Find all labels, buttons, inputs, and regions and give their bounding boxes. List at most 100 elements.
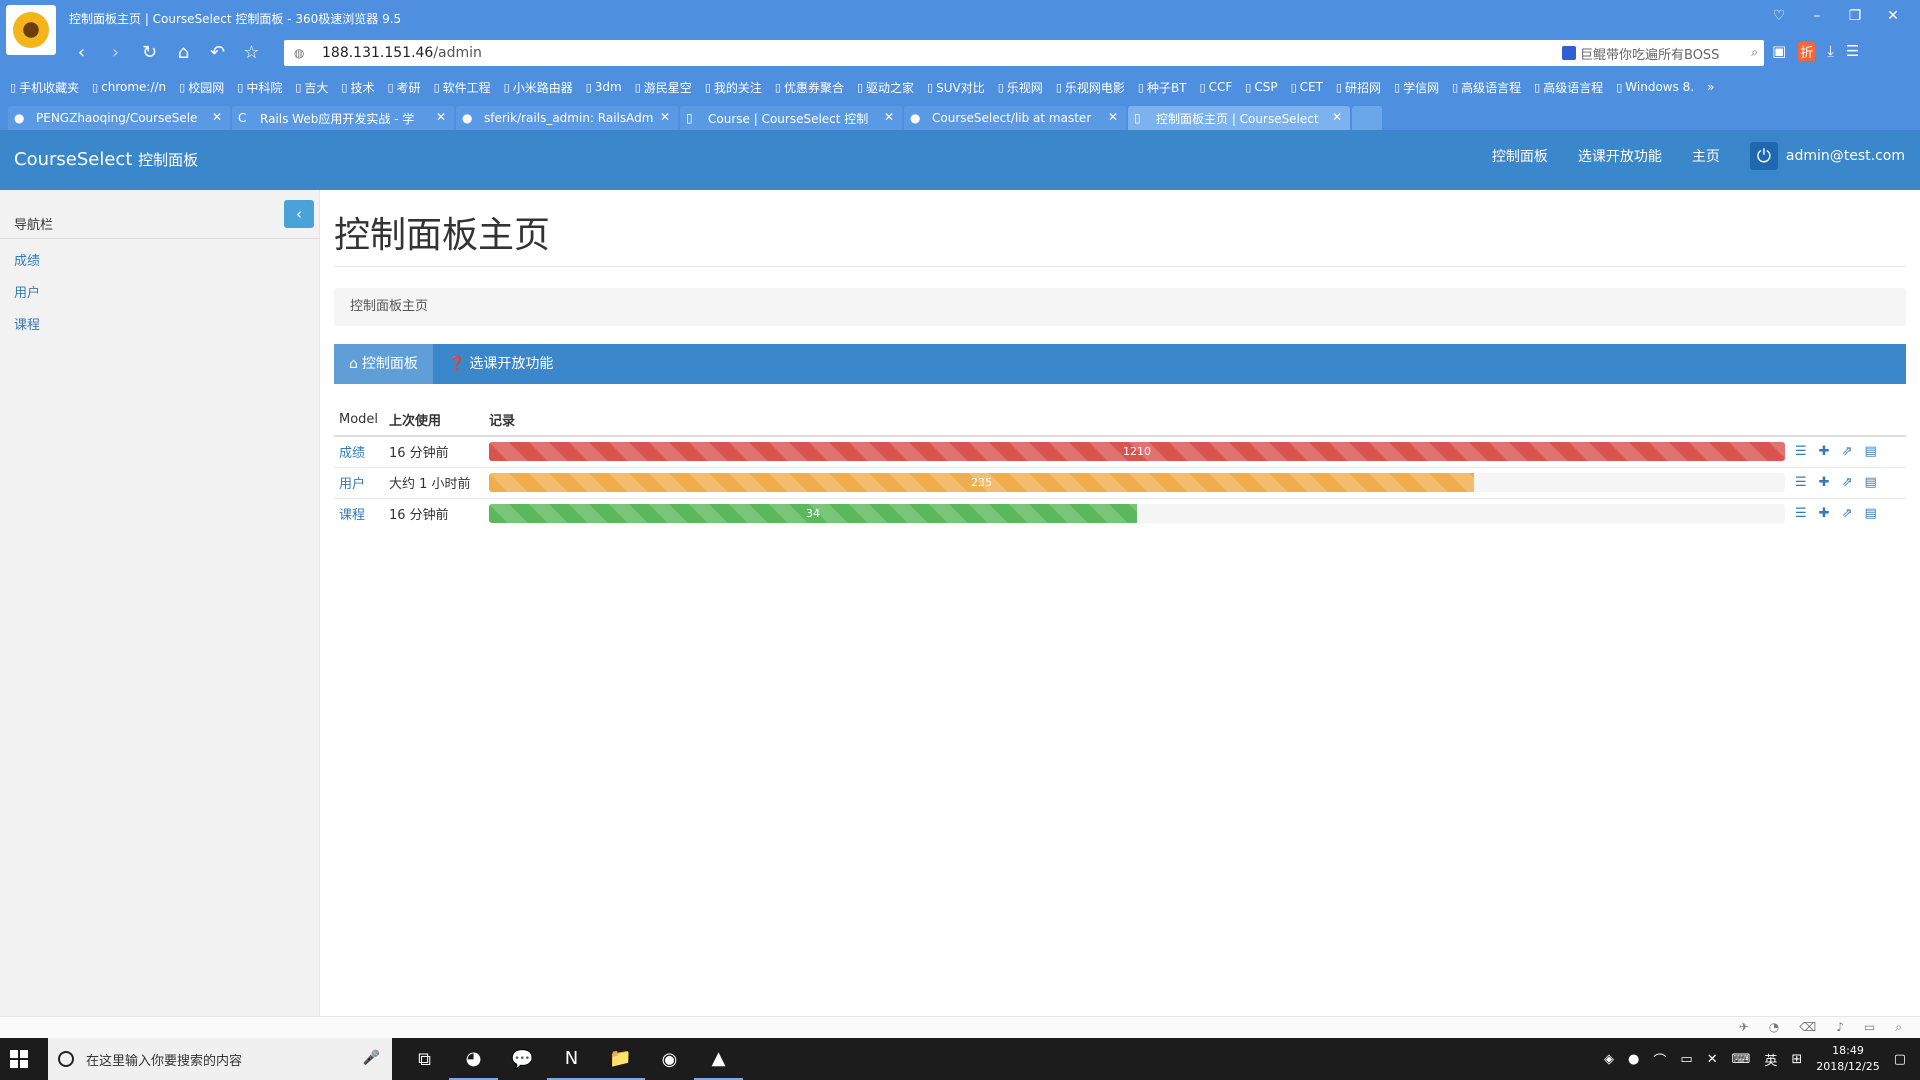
zoom-icon[interactable]: ⌕	[1895, 1020, 1902, 1035]
taskbar-search-input[interactable]: 在这里输入你要搜索的内容	[86, 1050, 242, 1069]
window-icon[interactable]: ▭	[1864, 1020, 1875, 1035]
bookmark-item[interactable]: ▯ 软件工程	[434, 79, 491, 96]
bookmark-item[interactable]: ▯ CSP	[1245, 80, 1277, 94]
close-button[interactable]: ✕	[1874, 8, 1912, 24]
list-icon[interactable]: ☰	[1795, 506, 1807, 521]
book-icon[interactable]: ▤	[1864, 506, 1876, 521]
sidebar-item-grades[interactable]: 成绩	[14, 252, 40, 284]
photos-icon[interactable]: ▲	[694, 1038, 743, 1080]
microphone-icon[interactable]: 🎤	[363, 1050, 380, 1066]
notification-icon[interactable]: ▢	[1894, 1052, 1906, 1067]
model-link[interactable]: 用户	[339, 477, 365, 492]
wechat-icon[interactable]: 💬	[498, 1038, 547, 1080]
skin-icon[interactable]: ♡	[1760, 8, 1798, 24]
bookmark-item[interactable]: ▯ 校园网	[179, 79, 224, 96]
bookmark-item[interactable]: ▯ 游民星空	[635, 79, 692, 96]
shield-icon[interactable]: ◈	[1604, 1052, 1614, 1067]
download-icon[interactable]: ⤓	[1827, 42, 1834, 61]
back-icon[interactable]: ‹	[70, 42, 93, 63]
bookmark-item[interactable]: ▯ 驱动之家	[857, 79, 914, 96]
sidebar-item-users[interactable]: 用户	[14, 284, 40, 316]
breadcrumb[interactable]: 控制面板主页	[334, 288, 1906, 326]
keyboard-icon[interactable]: ⌨	[1732, 1052, 1751, 1067]
media-player-icon[interactable]: ◉	[645, 1038, 694, 1080]
browser-tab[interactable]: ▯ 控制面板主页 | CourseSelect ✕	[1128, 106, 1350, 130]
bookmark-item[interactable]: ▯ 优惠券聚合	[775, 79, 844, 96]
security-icon[interactable]: ◍	[294, 46, 310, 60]
bookmark-item[interactable]: ▯ chrome://n	[92, 80, 166, 94]
browser-tab[interactable]: ● CourseSelect/lib at master ✕	[904, 106, 1126, 130]
file-explorer-icon[interactable]: 📁	[596, 1038, 645, 1080]
action-course-open[interactable]: ❓ 选课开放功能	[433, 344, 568, 384]
bookmark-item[interactable]: ▯ CCF	[1200, 80, 1233, 94]
speedup-icon[interactable]: ◔	[1769, 1020, 1779, 1035]
book-icon[interactable]: ▤	[1864, 444, 1876, 459]
bookmark-item[interactable]: ▯ Windows 8.	[1616, 80, 1694, 94]
bookmark-item[interactable]: ▯ 高级语言程	[1452, 79, 1521, 96]
brand-link[interactable]: CourseSelect 控制面板	[14, 149, 198, 170]
bookmark-item[interactable]: ▯ 研招网	[1336, 79, 1381, 96]
search-input[interactable]: 巨鲲带你吃遍所有BOSS	[1580, 44, 1719, 63]
bookmark-item[interactable]: ▯ 考研	[387, 79, 420, 96]
search-box[interactable]: 巨鲲带你吃遍所有BOSS ⌕	[1556, 40, 1764, 66]
wifi-icon[interactable]: ⌒	[1653, 1050, 1666, 1069]
bookmark-item[interactable]: ▯ 技术	[341, 79, 374, 96]
trash-icon[interactable]: ⌫	[1799, 1020, 1816, 1035]
battery-icon[interactable]: ▭	[1680, 1052, 1692, 1067]
browser-tab[interactable]: ● PENGZhaoqing/CourseSele ✕	[8, 106, 230, 130]
sound-icon[interactable]: ♪	[1836, 1020, 1844, 1035]
url-text[interactable]: 188.131.151.46/admin	[322, 45, 482, 61]
model-link[interactable]: 课程	[339, 508, 365, 523]
bookmark-item[interactable]: ▯ 小米路由器	[504, 79, 573, 96]
sidebar-collapse-button[interactable]: ‹	[284, 200, 314, 228]
list-icon[interactable]: ☰	[1795, 475, 1807, 490]
minimize-button[interactable]: –	[1798, 8, 1836, 24]
home-icon[interactable]: ⌂	[172, 42, 195, 63]
rocket-icon[interactable]: ✈	[1739, 1020, 1749, 1035]
close-tab-icon[interactable]: ✕	[212, 110, 222, 124]
bookmark-item[interactable]: ▯ 中科院	[237, 79, 282, 96]
task-view-icon[interactable]: ⧉	[400, 1038, 449, 1080]
nav-home[interactable]: 主页	[1692, 146, 1720, 166]
close-tab-icon[interactable]: ✕	[1108, 110, 1118, 124]
action-dashboard[interactable]: ⌂ 控制面板	[334, 344, 433, 384]
bookmark-item[interactable]: ▯ 高级语言程	[1534, 79, 1603, 96]
add-icon[interactable]: ✚	[1819, 444, 1830, 459]
add-icon[interactable]: ✚	[1819, 506, 1830, 521]
list-icon[interactable]: ☰	[1795, 444, 1807, 459]
search-icon[interactable]: ⌕	[1751, 45, 1758, 60]
browser-360-icon[interactable]: ◕	[449, 1038, 498, 1080]
address-bar[interactable]: ◍ 188.131.151.46/admin ▦ ϟ ☆ ⌄	[284, 40, 1764, 66]
new-tab-button[interactable]	[1352, 106, 1382, 130]
bookmark-item[interactable]: ▯ 吉大	[295, 79, 328, 96]
close-tab-icon[interactable]: ✕	[660, 110, 670, 124]
export-icon[interactable]: ⇗	[1842, 506, 1853, 521]
undo-icon[interactable]: ↶	[206, 42, 229, 63]
forward-icon[interactable]: ›	[104, 42, 127, 63]
clock[interactable]: 18:49 2018/12/25	[1816, 1043, 1879, 1075]
bookmark-item[interactable]: ▯ 学信网	[1394, 79, 1439, 96]
reload-icon[interactable]: ↻	[138, 42, 161, 63]
bookmark-item[interactable]: ▯ 种子BT	[1138, 79, 1187, 96]
apps-icon[interactable]: ▣	[1772, 42, 1786, 61]
add-icon[interactable]: ✚	[1819, 475, 1830, 490]
close-tab-icon[interactable]: ✕	[436, 110, 446, 124]
close-tab-icon[interactable]: ✕	[1332, 110, 1342, 124]
sidebar-item-courses[interactable]: 课程	[14, 316, 40, 348]
browser-tab[interactable]: ▯ Course | CourseSelect 控制 ✕	[680, 106, 902, 130]
menu-icon[interactable]: ☰	[1846, 42, 1859, 61]
mute-icon[interactable]: ✕	[1707, 1052, 1718, 1067]
user-link[interactable]: ⏻ admin@test.com	[1749, 142, 1905, 170]
bookmark-item[interactable]: ▯ 乐视网电影	[1056, 79, 1125, 96]
onenote-icon[interactable]: N	[547, 1038, 596, 1080]
windows-start-icon[interactable]	[10, 1050, 28, 1068]
bookmark-item[interactable]: ▯ CET	[1291, 80, 1323, 94]
bookmark-item[interactable]: ▯ 乐视网	[998, 79, 1043, 96]
book-icon[interactable]: ▤	[1864, 475, 1876, 490]
wechat-tray-icon[interactable]: ●	[1628, 1052, 1639, 1067]
nav-dashboard[interactable]: 控制面板	[1492, 146, 1548, 166]
nav-course-open[interactable]: 选课开放功能	[1578, 146, 1662, 166]
bookmark-item[interactable]: ▯ 我的关注	[705, 79, 762, 96]
bookmark-item[interactable]: ▯ 手机收藏夹	[10, 79, 79, 96]
taskbar-search[interactable]: 在这里输入你要搜索的内容 🎤	[48, 1038, 392, 1080]
